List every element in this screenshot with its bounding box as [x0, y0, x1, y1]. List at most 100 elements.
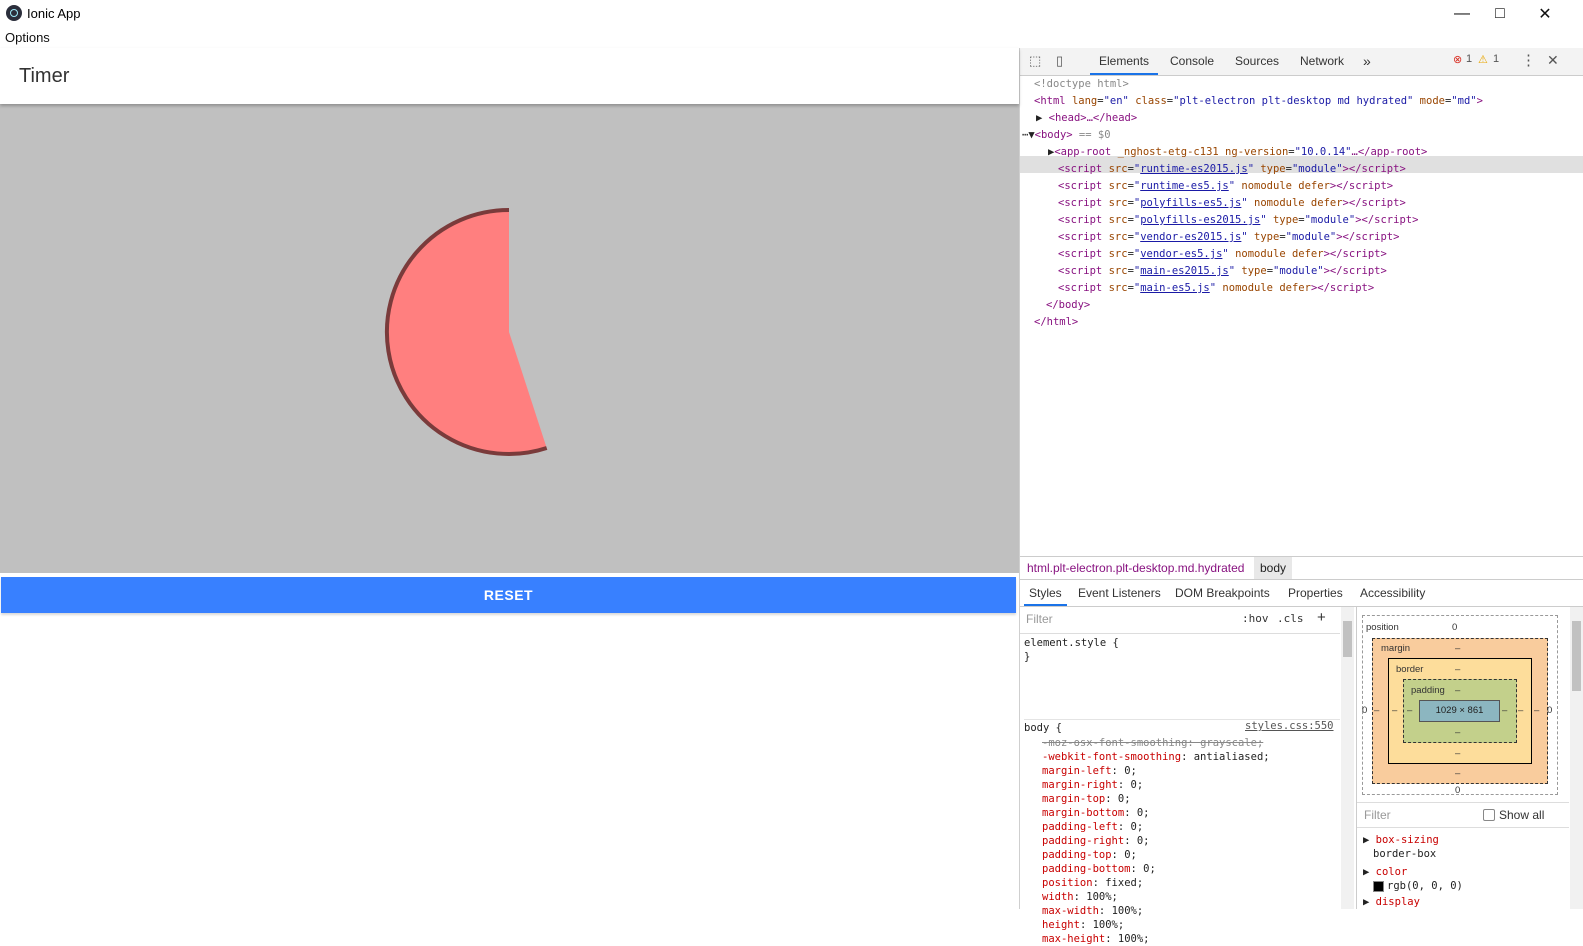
dom-html-open[interactable]: <html lang="en" class="plt-electron plt-…: [1034, 93, 1483, 110]
error-icon[interactable]: ⊗: [1453, 53, 1462, 66]
styles-pane: Filter :hov .cls + element.style { } bod…: [1020, 607, 1356, 945]
tab-properties[interactable]: Properties: [1288, 580, 1343, 606]
dom-script[interactable]: <script src="runtime-es2015.js" type="mo…: [1058, 161, 1406, 178]
dom-app-root[interactable]: ▶︎<app-root _nghost-etg-c131 ng-version=…: [1048, 144, 1427, 161]
tab-styles[interactable]: Styles: [1024, 580, 1067, 606]
expand-triangle-icon[interactable]: ▶︎: [1363, 866, 1369, 878]
color-swatch[interactable]: [1373, 880, 1384, 892]
breadcrumb-html[interactable]: html.plt-electron.plt-desktop.md.hydrate…: [1021, 557, 1250, 579]
css-declaration[interactable]: margin-top: 0;: [1042, 792, 1131, 806]
tab-network[interactable]: Network: [1300, 48, 1344, 75]
tab-event-listeners[interactable]: Event Listeners: [1078, 580, 1161, 606]
css-declaration[interactable]: height: 100%;: [1042, 918, 1124, 932]
script-src-link[interactable]: runtime-es5.js: [1140, 180, 1229, 192]
tag-text: <html: [1034, 95, 1066, 107]
css-declaration[interactable]: max-width: 100%;: [1042, 904, 1143, 918]
menu-bar: Options: [0, 28, 1020, 48]
chevron-double-right-icon[interactable]: »: [1363, 48, 1371, 75]
computed-prop[interactable]: ▶︎ display: [1363, 895, 1420, 909]
scroll-thumb[interactable]: [1343, 621, 1352, 657]
expand-triangle-icon[interactable]: ▶︎: [1363, 896, 1369, 908]
prop-name: margin-right: [1042, 779, 1118, 791]
kebab-menu-icon[interactable]: ⋮: [1521, 51, 1536, 69]
margin-right-value: –: [1534, 705, 1540, 716]
css-declaration[interactable]: margin-bottom: 0;: [1042, 806, 1150, 820]
dom-script[interactable]: <script src="vendor-es2015.js" type="mod…: [1058, 229, 1399, 246]
dom-script[interactable]: <script src="runtime-es5.js" nomodule de…: [1058, 178, 1393, 195]
dom-head[interactable]: ▶︎ <head>…</head>: [1036, 110, 1137, 127]
css-declaration[interactable]: margin-left: 0;: [1042, 764, 1137, 778]
dom-body-open[interactable]: ⋯▼<body> == $0: [1022, 127, 1111, 144]
dom-doctype[interactable]: <!doctype html>: [1034, 76, 1129, 93]
prop-name: margin-left: [1042, 765, 1112, 777]
tab-console[interactable]: Console: [1170, 48, 1214, 75]
device-toolbar-icon[interactable]: ▯: [1056, 53, 1063, 69]
expand-triangle-icon[interactable]: ▶︎: [1036, 112, 1042, 124]
breadcrumb-body[interactable]: body: [1254, 557, 1293, 579]
css-declaration[interactable]: padding-top: 0;: [1042, 848, 1137, 862]
script-src-link[interactable]: polyfills-es5.js: [1140, 197, 1241, 209]
dom-script[interactable]: <script src="polyfills-es2015.js" type="…: [1058, 212, 1418, 229]
menu-options[interactable]: Options: [5, 30, 50, 45]
styles-scrollbar[interactable]: [1341, 607, 1354, 909]
prop-value: 0;: [1136, 835, 1150, 847]
computed-prop[interactable]: ▶︎ box-sizing: [1363, 833, 1439, 847]
stylesheet-link[interactable]: styles.css:550: [1245, 720, 1334, 732]
css-declaration[interactable]: padding-left: 0;: [1042, 820, 1143, 834]
prop-name: padding-right: [1042, 835, 1125, 847]
styles-filter-row: Filter :hov .cls +: [1020, 607, 1340, 634]
tab-dom-breakpoints[interactable]: DOM Breakpoints: [1175, 580, 1270, 606]
dom-script[interactable]: <script src="vendor-es5.js" nomodule def…: [1058, 246, 1387, 263]
prop-value: 0;: [1130, 821, 1144, 833]
computed-prop[interactable]: ▶︎ color: [1363, 865, 1407, 879]
prop-value: 100%;: [1086, 891, 1118, 903]
warning-icon[interactable]: ⚠: [1478, 53, 1488, 66]
css-declaration[interactable]: margin-right: 0;: [1042, 778, 1143, 792]
expand-triangle-icon[interactable]: ▶︎: [1363, 834, 1369, 846]
css-declaration[interactable]: padding-bottom: 0;: [1042, 862, 1156, 876]
dom-html-close[interactable]: </html>: [1034, 314, 1078, 331]
dom-script[interactable]: <script src="polyfills-es5.js" nomodule …: [1058, 195, 1406, 212]
reset-button[interactable]: RESET: [1, 577, 1016, 613]
css-declaration[interactable]: max-height: 100%;: [1042, 932, 1149, 946]
close-icon[interactable]: ✕: [1522, 0, 1568, 28]
close-devtools-icon[interactable]: ✕: [1547, 52, 1559, 69]
devtools-panel: ⬚ ▯ Elements Console Sources Network » ⊗…: [1019, 48, 1583, 945]
dom-body-close[interactable]: </body>: [1046, 297, 1090, 314]
css-declaration[interactable]: width: 100%;: [1042, 890, 1118, 904]
error-count[interactable]: 1: [1466, 53, 1472, 65]
prop-name: padding-left: [1042, 821, 1118, 833]
box-model-content[interactable]: 1029 × 861: [1419, 700, 1500, 722]
dom-script[interactable]: <script src="main-es2015.js" type="modul…: [1058, 263, 1387, 280]
computed-filter-input[interactable]: Filter: [1364, 808, 1391, 822]
styles-filter-input[interactable]: Filter: [1026, 612, 1053, 626]
css-declaration[interactable]: -webkit-font-smoothing: antialiased;: [1042, 750, 1270, 764]
inspect-element-icon[interactable]: ⬚: [1029, 53, 1041, 69]
scroll-thumb[interactable]: [1572, 621, 1581, 691]
new-rule-button[interactable]: +: [1317, 609, 1326, 626]
cls-toggle[interactable]: .cls: [1277, 612, 1304, 625]
dom-script[interactable]: <script src="main-es5.js" nomodule defer…: [1058, 280, 1374, 297]
script-src-link[interactable]: main-es5.js: [1140, 282, 1210, 294]
css-declaration[interactable]: padding-right: 0;: [1042, 834, 1150, 848]
computed-pane: position 0 margin – border – padding – 1…: [1356, 607, 1583, 909]
script-src-link[interactable]: polyfills-es2015.js: [1140, 214, 1260, 226]
tab-elements[interactable]: Elements: [1090, 48, 1159, 75]
tab-accessibility[interactable]: Accessibility: [1360, 580, 1425, 606]
script-src-link[interactable]: vendor-es5.js: [1140, 248, 1222, 260]
css-declaration[interactable]: position: fixed;: [1042, 876, 1143, 890]
show-all-checkbox[interactable]: [1483, 809, 1495, 821]
warning-count[interactable]: 1: [1493, 53, 1499, 65]
script-src-link[interactable]: vendor-es2015.js: [1140, 231, 1241, 243]
script-src-link[interactable]: main-es2015.js: [1140, 265, 1229, 277]
prop-name: margin-bottom: [1042, 807, 1125, 819]
tab-sources[interactable]: Sources: [1235, 48, 1279, 75]
maximize-icon[interactable]: □: [1477, 0, 1523, 28]
element-style-open[interactable]: element.style {: [1024, 636, 1119, 650]
script-src-link[interactable]: runtime-es2015.js: [1140, 163, 1247, 175]
prop-name: display: [1375, 896, 1420, 908]
timer-content: [0, 104, 1019, 573]
hov-toggle[interactable]: :hov: [1242, 612, 1269, 625]
computed-scrollbar[interactable]: [1570, 607, 1583, 909]
css-declaration[interactable]: -moz-osx-font-smoothing: grayscale;: [1042, 736, 1263, 750]
